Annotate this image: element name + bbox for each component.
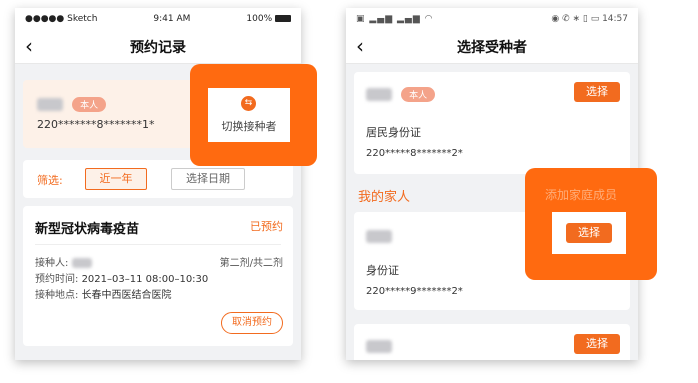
member-name-blurred [366,340,392,353]
divider [35,244,281,245]
signal-icon: ▣ ▂▄▆ ▂▄▆ ◠ [356,14,434,24]
select-family-area: 选择 [552,212,626,254]
recipient-id: 220*******8*******1* [37,118,155,131]
recipient-name-blurred [37,98,63,111]
id-number: 220*****9*******2* [366,286,463,297]
highlight-switch-recipient: ⇆ 切换接种者 [190,64,317,166]
dose-info: 第二剂/共二剂 [219,258,283,269]
switch-icon: ⇆ [241,96,256,111]
select-button[interactable]: 选择 [566,223,612,243]
family-heading: 我的家人 [358,190,411,205]
id-number: 220*****8*******2* [366,148,463,159]
filter-recent-year[interactable]: 近一年 [85,168,147,190]
status-bar: ▣ ▂▄▆ ▂▄▆ ◠ ◉ ✆ ∗ ▯ ▭ 14:57 [346,8,638,30]
status-badge: 已预约 [250,220,283,233]
status-time: 14:57 [602,14,628,24]
family-member-card: 选择 [354,324,630,360]
recipient-name-blurred [71,258,92,268]
left-phone-screen: ●●●●● Sketch 9:41 AM 100% ‹ 预约记录 本人 220*… [15,8,301,360]
self-recipient-card: 本人 选择 居民身份证 220*****8*******2* [354,72,630,174]
cancel-appointment-button[interactable]: 取消预约 [221,312,283,334]
back-icon[interactable]: ‹ [356,36,364,56]
back-icon[interactable]: ‹ [25,36,33,56]
switch-recipient-label: 切换接种者 [221,120,277,133]
select-button[interactable]: 选择 [574,82,620,102]
select-button[interactable]: 选择 [574,334,620,354]
add-family-link[interactable]: 添加家庭成员 [545,186,645,203]
location-label: 接种地点: [35,290,79,301]
filter-select-date[interactable]: 选择日期 [171,168,245,190]
member-name-blurred [366,230,392,243]
highlight-select-family: 添加家庭成员 选择 [525,168,657,280]
page-title: 预约记录 [130,39,186,56]
recipient-label: 接种人: [35,258,69,269]
filter-label: 筛选: [37,174,63,187]
status-time: 9:41 AM [153,14,191,24]
appointment-card: 新型冠状病毒疫苗 已预约 接种人: 第二剂/共二剂 预约时间: 2021–03–… [23,206,293,346]
carrier-text: ●●●●● Sketch [25,14,98,24]
page-title: 选择受种者 [457,39,527,56]
battery-indicator: 100% [246,14,291,24]
self-tag: 本人 [72,97,107,112]
id-type: 居民身份证 [366,126,421,139]
appointment-time: 2021–03–11 08:00–10:30 [81,274,209,285]
self-tag: 本人 [401,87,436,102]
id-type: 身份证 [366,264,399,277]
switch-recipient-button[interactable]: ⇆ 切换接种者 [208,88,290,142]
nav-bar: ‹ 预约记录 [15,30,301,64]
status-bar: ●●●●● Sketch 9:41 AM 100% [15,8,301,30]
time-label: 预约时间: [35,274,79,285]
nav-bar: ‹ 选择受种者 [346,30,638,64]
appointment-location: 长春中西医结合医院 [81,290,172,301]
vaccine-name: 新型冠状病毒疫苗 [35,222,140,237]
recipient-name-blurred [366,88,392,101]
